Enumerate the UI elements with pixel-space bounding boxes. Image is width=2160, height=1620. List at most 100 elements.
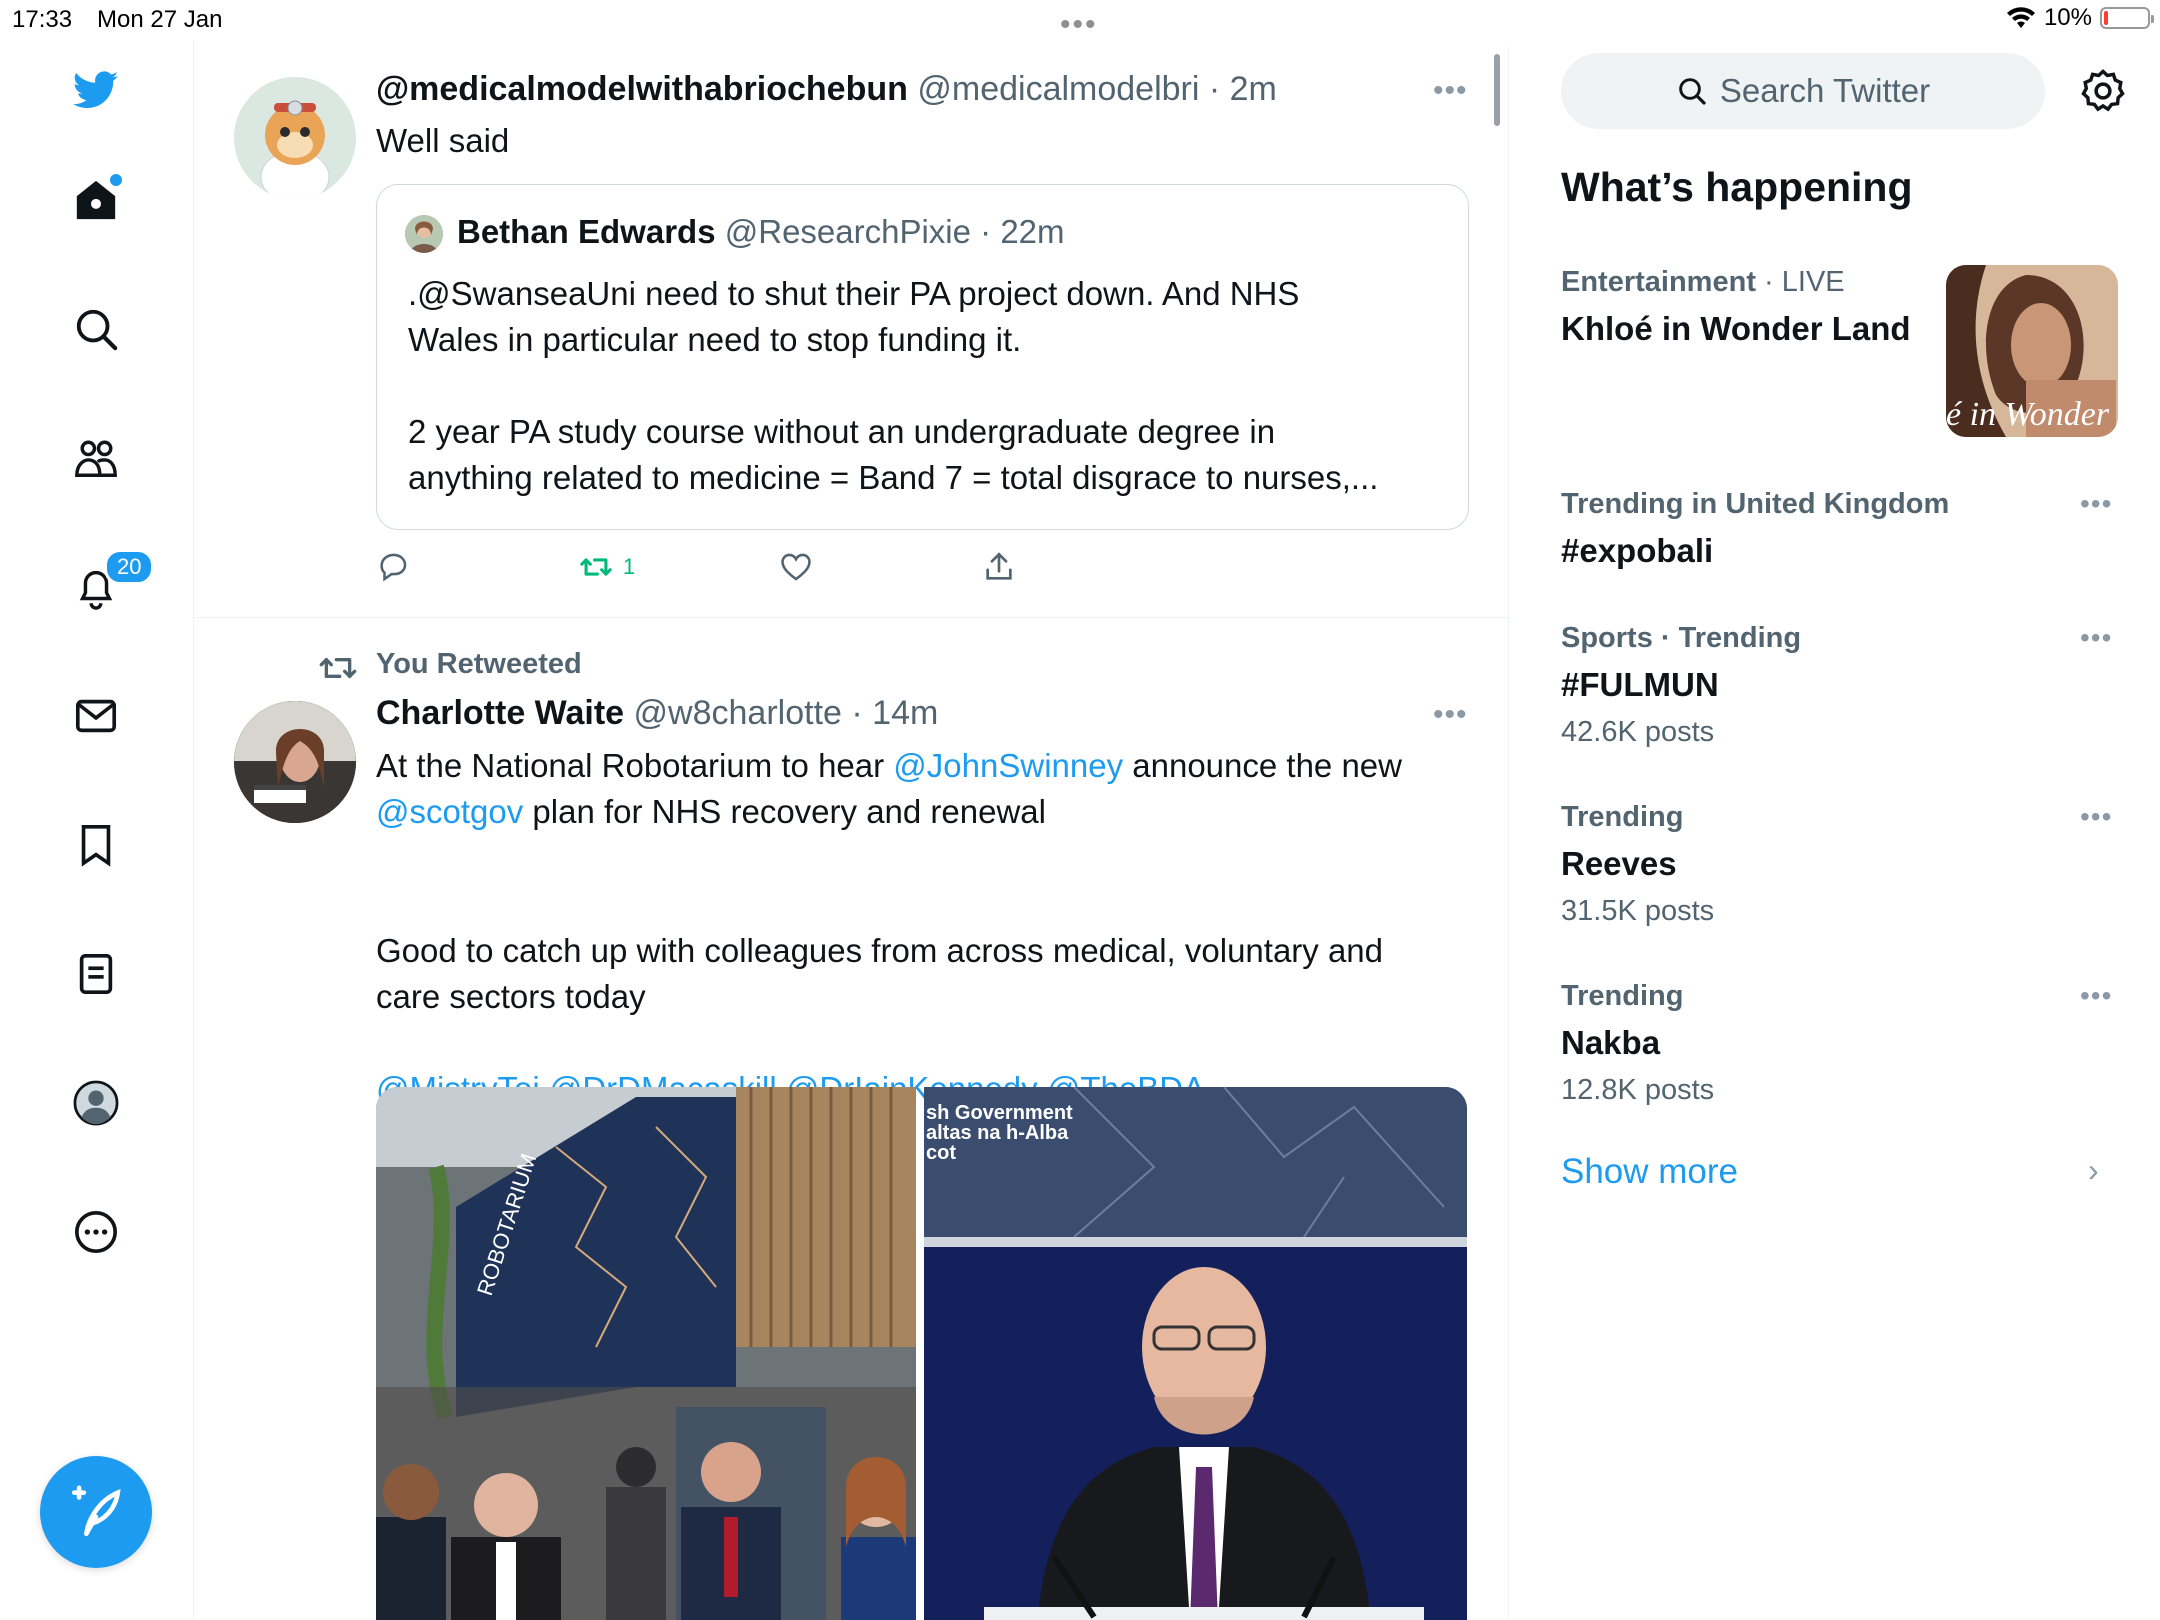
tweet2-text-part: At the National Robotarium to hear [376, 747, 894, 784]
tweet2-line-4: care sectors today [376, 978, 646, 1015]
timeline: @medicalmodelwithabriochebun @medicalmod… [193, 46, 1509, 1620]
photo-sign-line-3: cot [926, 1142, 956, 1164]
profile-avatar-icon[interactable] [70, 1077, 122, 1129]
trend-1-meta: Entertainment · LIVE [1561, 266, 1845, 299]
tweet2-header: Charlotte Waite @w8charlotte · 14m [376, 694, 938, 733]
trend-3-count: 42.6K posts [1561, 716, 1715, 748]
tweet1-share-button[interactable] [982, 550, 1016, 584]
lists-icon[interactable] [70, 948, 122, 1000]
heart-icon [781, 553, 811, 581]
timeline-scrollbar[interactable] [1494, 54, 1500, 126]
trend-5-title[interactable]: Nakba [1561, 1024, 1660, 1062]
trend-4-title[interactable]: Reeves [1561, 845, 1677, 883]
you-retweeted-label[interactable]: You Retweeted [376, 648, 582, 681]
trend-2-more-button[interactable]: ••• [2080, 488, 2112, 520]
show-more-link[interactable]: Show more [1561, 1152, 1738, 1192]
quoted-display-name: Bethan Edwards [457, 213, 716, 250]
reply-icon [380, 553, 407, 582]
trend-4-count: 31.5K posts [1561, 895, 1715, 927]
trend-1-category: Entertainment [1561, 266, 1756, 298]
tweet2-time[interactable]: · 14m [851, 694, 938, 732]
tweet2-text-part: plan for NHS recovery and renewal [523, 793, 1046, 830]
tweet2-photo-swinney[interactable]: sh Government altas na h-Alba cot [924, 1087, 1467, 1620]
status-indicators: 10% [2006, 4, 2154, 32]
explore-search-icon[interactable] [70, 303, 122, 355]
sidebar: 20 [0, 40, 194, 1620]
tweet1-text: Well said [376, 122, 510, 159]
twitter-logo-icon[interactable] [70, 64, 122, 116]
quoted-line-4: anything related to medicine = Band 7 = … [408, 459, 1379, 496]
tweet2-text-part: announce the new [1123, 747, 1402, 784]
trend-3-more-button[interactable]: ••• [2080, 622, 2112, 654]
communities-icon[interactable] [70, 432, 122, 484]
trend-5-category: Trending [1561, 980, 1684, 1012]
whats-happening-title: What’s happening [1561, 164, 1913, 210]
search-placeholder: Search Twitter [1719, 72, 1931, 109]
trend-3-title[interactable]: #FULMUN [1561, 666, 1719, 704]
tweet1-retweet-button[interactable]: 1 [579, 550, 635, 584]
tweet1-reply-button[interactable] [376, 550, 410, 584]
battery-icon [2100, 7, 2154, 29]
tweet1-header: @medicalmodelwithabriochebun @medicalmod… [376, 70, 1277, 109]
tweet-divider [193, 617, 1508, 618]
home-unread-dot [110, 174, 122, 186]
wifi-icon [2006, 7, 2035, 28]
trend-3-category: Sports · Trending [1561, 622, 1802, 654]
trend-1-thumbnail-text: é in Wonder L [1946, 396, 2118, 433]
status-time: 17:33 [12, 6, 73, 33]
messages-envelope-icon[interactable] [70, 690, 122, 742]
bookmarks-icon[interactable] [70, 819, 122, 871]
compose-feather-icon [71, 1485, 121, 1537]
trend-1-thumbnail[interactable]: é in Wonder L [1946, 265, 2118, 437]
tweet2-line-3: Good to catch up with colleagues from ac… [376, 932, 1384, 969]
retweeted-indicator-icon [319, 658, 357, 678]
tweet2-line-2: @scotgov plan for NHS recovery and renew… [376, 789, 1046, 835]
compose-tweet-button[interactable] [40, 1456, 152, 1568]
notifications-badge: 20 [104, 549, 155, 585]
quoted-handle: @ResearchPixie [724, 213, 971, 250]
retweet-icon [580, 558, 612, 576]
photo-sign-line-1: sh Government [926, 1102, 1073, 1124]
mention-johnswinney[interactable]: @JohnSwinney [893, 747, 1123, 784]
search-twitter-field[interactable]: Search Twitter [1561, 53, 2045, 129]
tweet1-like-button[interactable] [779, 550, 813, 584]
chevron-right-icon[interactable]: › [2088, 1152, 2099, 1189]
tweet2-media-grid: ROBOTARIUM sh Government altas na h-Alba… [376, 1087, 1467, 1620]
battery-percent: 10% [2043, 4, 2092, 31]
trend-4-more-button[interactable]: ••• [2080, 801, 2112, 833]
mention-scotgov[interactable]: @scotgov [376, 793, 523, 830]
notifications-bell-icon[interactable]: 20 [70, 549, 155, 613]
tweet2-line-1: At the National Robotarium to hear @John… [376, 743, 1402, 789]
tweet1-retweet-count: 1 [623, 554, 636, 579]
tweet2-more-button[interactable]: ••• [1433, 698, 1468, 732]
settings-gear-icon[interactable] [2080, 68, 2126, 114]
quoted-tweet-header: Bethan Edwards @ResearchPixie · 22m [457, 213, 1065, 251]
trend-4-category: Trending [1561, 801, 1684, 833]
tweet2-photo-robotarium[interactable]: ROBOTARIUM [376, 1087, 916, 1620]
tweet2-display-name[interactable]: Charlotte Waite [376, 694, 624, 732]
home-icon[interactable] [70, 174, 122, 226]
tweet1-display-name[interactable]: @medicalmodelwithabriochebun [376, 70, 908, 108]
tweet1-time[interactable]: · 2m [1209, 70, 1277, 108]
tweet1-handle[interactable]: @medicalmodelbri [917, 70, 1199, 108]
tweet1-avatar[interactable] [234, 77, 356, 199]
trend-1-live: · LIVE [1755, 266, 1845, 298]
tweet1-more-button[interactable]: ••• [1433, 74, 1468, 108]
photo-sign-line-2: altas na h-Alba [926, 1122, 1069, 1144]
quoted-line-2: Wales in particular need to stop funding… [408, 321, 1022, 358]
multitasking-dots[interactable]: ••• [1060, 8, 1098, 42]
quoted-time: · 22m [980, 213, 1065, 250]
trend-2-title[interactable]: #expobali [1561, 532, 1713, 570]
trend-2-category: Trending in United Kingdom [1561, 488, 1950, 520]
trend-5-more-button[interactable]: ••• [2080, 980, 2112, 1012]
quoted-tweet-avatar [405, 215, 443, 253]
status-date: Mon 27 Jan [97, 6, 223, 33]
trend-5-count: 12.8K posts [1561, 1074, 1715, 1106]
tweet2-handle[interactable]: @w8charlotte [634, 694, 842, 732]
quoted-tweet[interactable]: Bethan Edwards @ResearchPixie · 22m .@Sw… [376, 184, 1469, 530]
quoted-line-1: .@SwanseaUni need to shut their PA proje… [408, 275, 1300, 312]
tweet2-avatar[interactable] [234, 701, 356, 823]
share-icon [986, 552, 1012, 580]
trend-1-title[interactable]: Khloé in Wonder Land [1561, 310, 1911, 348]
more-options-icon[interactable] [70, 1206, 122, 1258]
